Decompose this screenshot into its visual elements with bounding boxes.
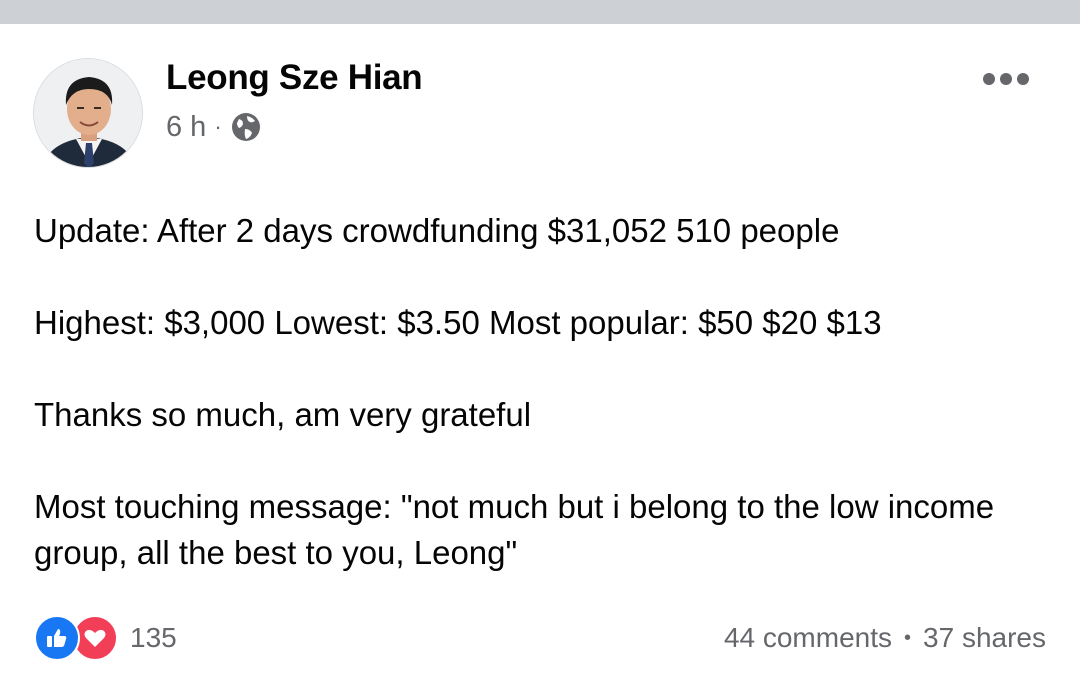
post-paragraph: Most touching message: "not much but i b…: [34, 488, 995, 571]
globe-icon[interactable]: [230, 111, 262, 143]
avatar[interactable]: [33, 58, 143, 168]
post-meta: 6 h ·: [166, 110, 262, 144]
post-paragraph: Update: After 2 days crowdfunding $31,05…: [34, 212, 840, 249]
reaction-count: 135: [130, 622, 177, 653]
post-timestamp[interactable]: 6 h: [166, 111, 206, 144]
post-card: Leong Sze Hian 6 h · Update: After 2 day…: [0, 24, 1080, 689]
post-paragraph: Thanks so much, am very grateful: [34, 396, 532, 433]
comments-link[interactable]: 44 comments: [724, 622, 892, 654]
reactions-summary[interactable]: 135: [34, 615, 177, 661]
post-paragraph: Highest: $3,000 Lowest: $3.50 Most popul…: [34, 304, 882, 341]
author-name[interactable]: Leong Sze Hian: [166, 58, 423, 98]
shares-link[interactable]: 37 shares: [923, 622, 1046, 654]
top-strip: [0, 0, 1080, 24]
like-icon: [34, 615, 80, 661]
more-options-button[interactable]: [976, 64, 1036, 94]
engagement-stats: 44 comments • 37 shares: [724, 620, 1046, 656]
more-dots-icon: [983, 73, 995, 85]
meta-separator: ·: [214, 114, 222, 139]
stats-separator: •: [904, 626, 912, 649]
